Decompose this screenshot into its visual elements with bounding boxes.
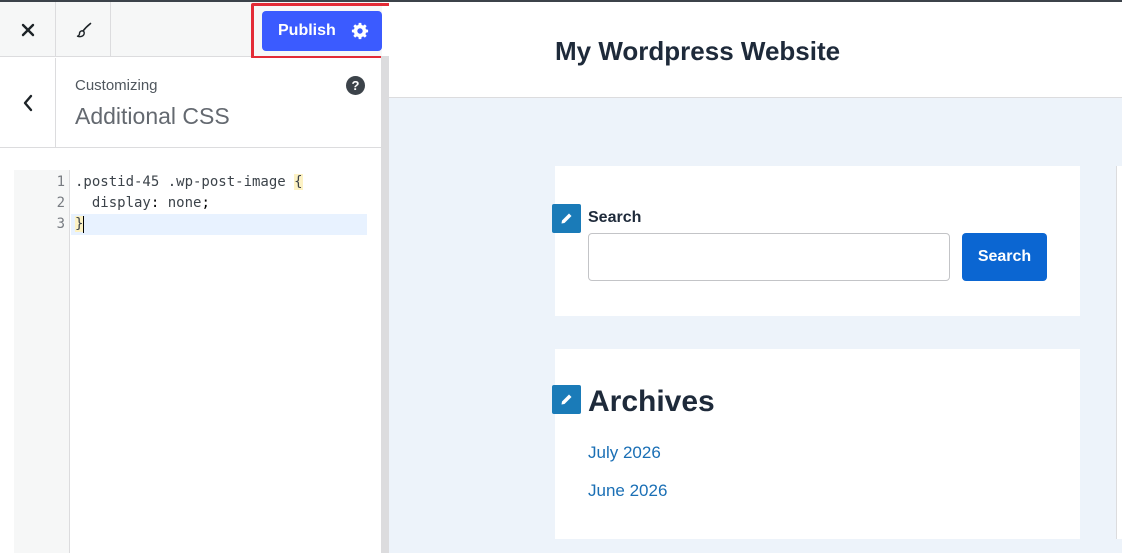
back-button[interactable] [0, 58, 56, 147]
open-brace: { [294, 174, 303, 190]
line-number: 1 [56, 174, 65, 190]
line-number-gutter: 1 2 3 [14, 170, 70, 553]
close-customizer-button[interactable] [0, 2, 56, 57]
customizer-toolbar: Publish [0, 2, 394, 59]
search-button[interactable]: Search [962, 233, 1047, 281]
site-preview: My Wordpress Website Search Search Archi… [389, 2, 1122, 553]
css-terminator: ; [201, 195, 210, 211]
edit-search-widget-button[interactable] [552, 204, 581, 233]
search-widget: Search Search [552, 166, 1080, 316]
css-code-editor: 1 2 3 .postid-45 .wp-post-image { displa… [14, 170, 368, 553]
gear-icon[interactable] [351, 22, 369, 40]
code-line: .postid-45 .wp-post-image { [75, 172, 303, 193]
archives-title: Archives [588, 385, 715, 418]
help-icon[interactable]: ? [346, 76, 365, 95]
section-header: Customizing Additional CSS ? [0, 58, 382, 148]
paintbrush-icon [76, 22, 91, 37]
customizing-label: Customizing [75, 77, 158, 94]
publish-button-group: Publish [262, 11, 382, 51]
pencil-icon [561, 213, 572, 224]
code-line: display: none; [75, 193, 210, 214]
css-code-input[interactable]: .postid-45 .wp-post-image { display: non… [75, 170, 367, 553]
sidebar-widget-edge [1116, 166, 1122, 539]
archive-link-july-2026[interactable]: July 2026 [588, 443, 661, 463]
archive-link-june-2026[interactable]: June 2026 [588, 481, 667, 501]
search-input[interactable] [588, 233, 950, 281]
chevron-left-icon [23, 94, 32, 111]
line-number: 2 [56, 195, 65, 211]
css-selector: .postid-45 .wp-post-image [75, 174, 295, 190]
close-icon [21, 23, 34, 36]
site-title[interactable]: My Wordpress Website [555, 36, 840, 67]
section-title: Additional CSS [75, 103, 230, 129]
edit-archives-widget-button[interactable] [552, 385, 581, 414]
hide-controls-button[interactable] [57, 2, 111, 57]
pencil-icon [561, 394, 572, 405]
customizer-panel: Publish Customizing Additional CSS ? 1 2… [0, 2, 394, 553]
css-property: display [75, 195, 151, 211]
panel-scrollbar[interactable] [381, 56, 389, 553]
publish-button[interactable]: Publish [278, 11, 336, 51]
search-label: Search [588, 209, 642, 226]
archives-widget: Archives July 2026 June 2026 [552, 349, 1080, 539]
site-header: My Wordpress Website [389, 2, 1122, 98]
css-value: none [167, 195, 202, 211]
code-line: } [75, 214, 85, 235]
line-number: 3 [56, 216, 65, 232]
text-cursor [83, 215, 85, 233]
close-brace: } [75, 216, 84, 232]
css-separator: : [150, 195, 168, 211]
